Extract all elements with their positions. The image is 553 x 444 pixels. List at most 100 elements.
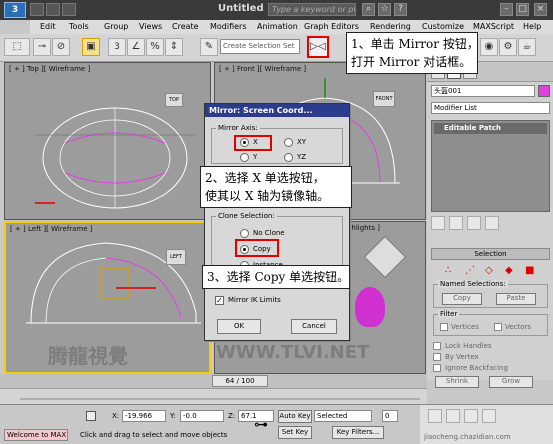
zoom-icon[interactable]: [428, 409, 442, 423]
close-icon[interactable]: ×: [534, 3, 547, 16]
vectors-checkbox[interactable]: [494, 323, 502, 331]
no-clone-radio[interactable]: [240, 229, 249, 238]
selection-set-dropdown[interactable]: Create Selection Set: [220, 39, 300, 54]
time-slider-bar: 64 / 100: [0, 374, 427, 388]
object-name-field[interactable]: 头盔001: [431, 85, 535, 97]
make-unique-icon[interactable]: [467, 216, 481, 230]
mirror-icon: ▷◁: [310, 41, 326, 52]
shrink-button[interactable]: Shrink: [435, 376, 479, 388]
menu-views[interactable]: Views: [139, 22, 162, 31]
material-editor-icon[interactable]: ◉: [480, 38, 498, 56]
key-filters-button[interactable]: Key Filters...: [332, 426, 384, 439]
open-icon[interactable]: [30, 3, 44, 16]
element-icon[interactable]: ■: [525, 265, 534, 276]
selection-rollout-title[interactable]: Selection: [431, 248, 550, 260]
pan-icon[interactable]: [464, 409, 478, 423]
time-slider[interactable]: 64 / 100: [212, 375, 268, 387]
show-end-result-icon[interactable]: [449, 216, 463, 230]
menu-rendering[interactable]: Rendering: [370, 22, 411, 31]
viewcube-top[interactable]: TOP: [165, 93, 183, 107]
vertex-icon[interactable]: ∴: [445, 265, 451, 276]
edge-icon[interactable]: ◇: [485, 265, 493, 276]
mirror-ik-checkbox[interactable]: ✓: [215, 296, 224, 305]
axis-y-radio[interactable]: [240, 153, 249, 162]
by-vertex-checkbox[interactable]: [433, 353, 441, 361]
z-coord-label: Z:: [228, 412, 236, 420]
minimize-icon[interactable]: –: [500, 3, 513, 16]
set-key-button[interactable]: Set Key: [278, 426, 312, 439]
watermark-bottom: jiaocheng.chazidian.com: [424, 433, 511, 441]
render-icon[interactable]: ☕: [518, 38, 536, 56]
viewport-label: ighlights ]: [345, 224, 380, 232]
copy-highlight: [235, 239, 279, 257]
helmet-wireframe-top: [35, 107, 195, 209]
menu-maxscript[interactable]: MAXScript: [473, 22, 514, 31]
app-logo-icon[interactable]: 3: [4, 2, 26, 18]
unlink-icon[interactable]: ⊘: [52, 38, 70, 56]
current-frame-field[interactable]: 0: [382, 410, 398, 422]
menu-graph-editors[interactable]: Graph Editors: [304, 22, 359, 31]
x-coord-field[interactable]: -19.966: [122, 410, 166, 422]
modifier-list-dropdown[interactable]: Modifier List: [431, 102, 550, 114]
search-input[interactable]: Type a keyword or phrase: [268, 3, 356, 16]
search-icon[interactable]: ⌕: [362, 3, 375, 16]
viewcube-perspective[interactable]: [363, 235, 407, 279]
stack-item-editable-patch[interactable]: Editable Patch: [434, 123, 547, 134]
edit-named-selection-icon[interactable]: ✎: [200, 38, 218, 56]
spinner-snap-icon[interactable]: ⇕: [165, 38, 183, 56]
menu-help[interactable]: Help: [523, 22, 541, 31]
auto-key-button[interactable]: Auto Key: [278, 410, 312, 423]
menu-tools[interactable]: Tools: [69, 22, 89, 31]
star-icon[interactable]: ☆: [378, 3, 391, 16]
track-bar[interactable]: [0, 388, 427, 404]
axis-y-label: Y: [253, 153, 258, 161]
undo-redo-icon[interactable]: ⬚: [4, 38, 30, 56]
mirror-button[interactable]: ▷◁: [307, 36, 329, 58]
named-selections-label: Named Selections:: [438, 280, 508, 288]
menu-create[interactable]: Create: [172, 22, 199, 31]
callout-step2-line2: 使其以 X 轴为镜像轴。: [205, 189, 330, 203]
angle-snap-icon[interactable]: ∠: [127, 38, 145, 56]
patch-icon[interactable]: ◆: [505, 265, 513, 276]
link-icon[interactable]: ⊸: [33, 38, 51, 56]
save-icon[interactable]: [46, 3, 60, 16]
viewcube-front[interactable]: FRONT: [373, 91, 395, 107]
y-coord-field[interactable]: -0.0: [180, 410, 224, 422]
ignore-backfacing-checkbox[interactable]: [433, 364, 441, 372]
orbit-icon[interactable]: [482, 409, 496, 423]
viewport-top[interactable]: [ + ] Top ][ Wireframe ] TOP: [4, 62, 211, 220]
maxscript-listener[interactable]: Welcome to MAX!: [4, 429, 68, 441]
undo-icon[interactable]: [62, 3, 76, 16]
percent-snap-icon[interactable]: %: [146, 38, 164, 56]
axis-yz-radio[interactable]: [284, 153, 293, 162]
key-mode-dropdown[interactable]: Selected: [314, 410, 372, 422]
snap-3d-icon[interactable]: 3: [108, 38, 126, 56]
pin-stack-icon[interactable]: [431, 216, 445, 230]
viewcube-left[interactable]: LEFT: [166, 249, 186, 265]
handle-icon[interactable]: ⋰: [465, 265, 475, 276]
help-icon[interactable]: ?: [394, 3, 407, 16]
zoom-all-icon[interactable]: [446, 409, 460, 423]
menu-group[interactable]: Group: [104, 22, 128, 31]
ok-button[interactable]: OK: [217, 319, 261, 334]
render-setup-icon[interactable]: ⚙: [499, 38, 517, 56]
remove-modifier-icon[interactable]: [485, 216, 499, 230]
select-object-icon[interactable]: ▣: [82, 38, 100, 56]
lock-selection-icon[interactable]: [86, 411, 96, 421]
object-color-swatch[interactable]: [538, 85, 550, 97]
menu-edit[interactable]: Edit: [40, 22, 56, 31]
grow-button[interactable]: Grow: [489, 376, 533, 388]
maximize-icon[interactable]: □: [516, 3, 529, 16]
paste-selection-button[interactable]: Paste: [496, 293, 536, 305]
cancel-button[interactable]: Cancel: [291, 319, 337, 334]
vertices-checkbox[interactable]: [440, 323, 448, 331]
key-icon[interactable]: ⊶: [254, 417, 268, 433]
lock-handles-checkbox[interactable]: [433, 342, 441, 350]
axis-xy-radio[interactable]: [284, 138, 293, 147]
menu-modifiers[interactable]: Modifiers: [210, 22, 247, 31]
clone-selection-label: Clone Selection:: [216, 212, 277, 220]
copy-selection-button[interactable]: Copy: [442, 293, 482, 305]
menu-customize[interactable]: Customize: [422, 22, 464, 31]
menu-animation[interactable]: Animation: [257, 22, 298, 31]
callout-step2: 2、选择 X 单选按钮， 使其以 X 轴为镜像轴。: [200, 166, 352, 208]
